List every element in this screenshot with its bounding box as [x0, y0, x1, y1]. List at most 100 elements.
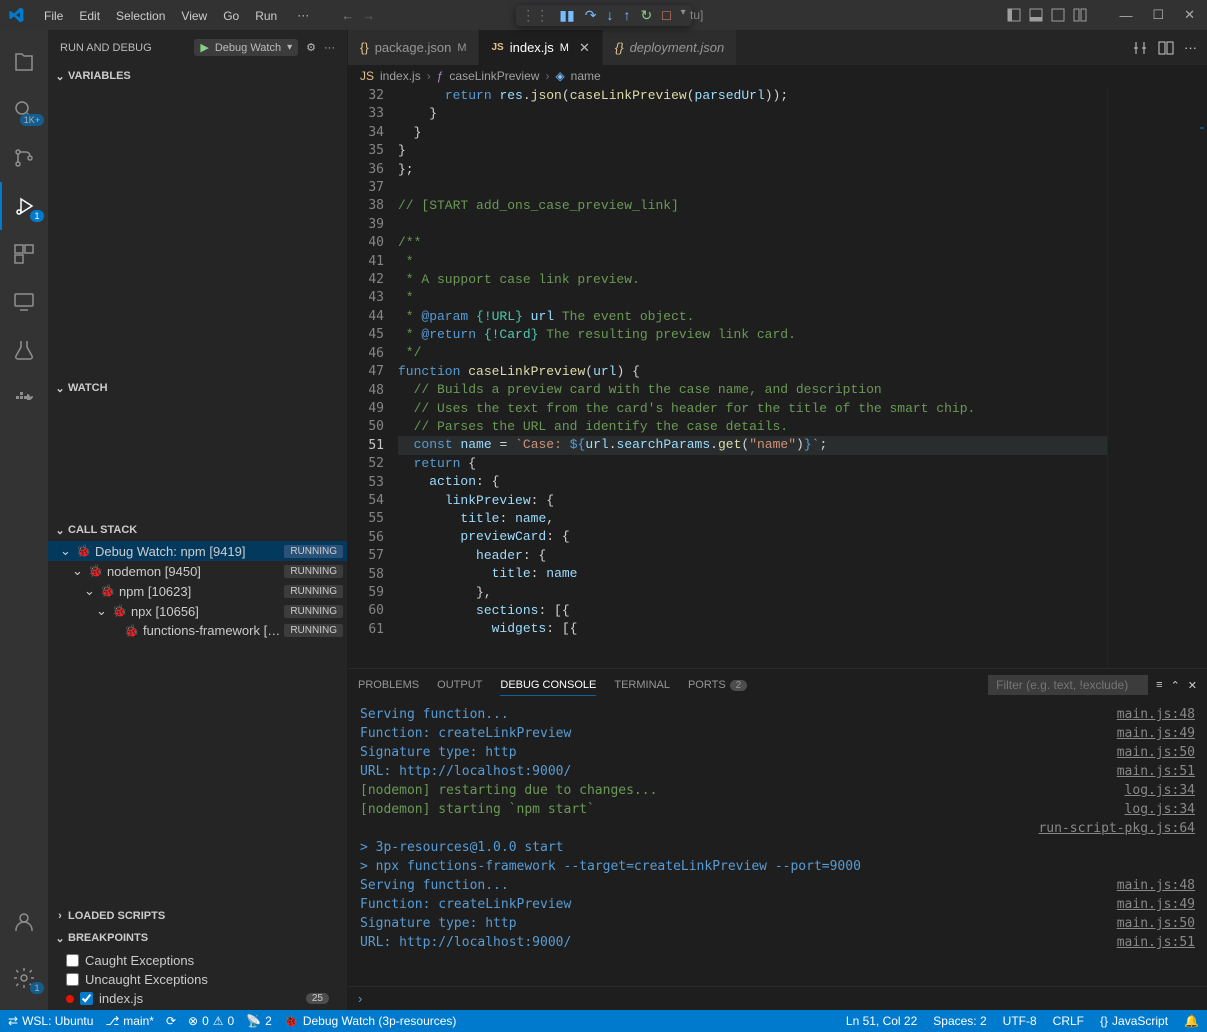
code-editor[interactable]: return res.json(caseLinkPreview(parsedUr… — [398, 87, 1107, 668]
nav-back-icon[interactable]: ← — [341, 8, 354, 23]
accounts-icon[interactable] — [0, 898, 48, 946]
maximize-icon[interactable]: ☐ — [1148, 7, 1168, 23]
explorer-icon[interactable] — [0, 38, 48, 86]
layout-left-icon[interactable] — [1007, 8, 1021, 22]
ports-indicator[interactable]: 📡2 — [246, 1014, 272, 1028]
menu-selection[interactable]: Selection — [108, 9, 173, 23]
chevron-down-icon: ▾ — [287, 42, 292, 53]
tab-debug-console[interactable]: DEBUG CONSOLE — [500, 675, 596, 696]
more-icon[interactable]: ··· — [324, 42, 335, 54]
tab-deployment-json[interactable]: {}deployment.json — [603, 30, 737, 65]
editor-area: {}package.jsonMJSindex.jsM✕{}deployment.… — [348, 30, 1207, 1010]
callstack-row[interactable]: ⌄🐞npm [10623]RUNNING — [48, 581, 347, 601]
menu-more[interactable]: ··· — [289, 8, 317, 22]
section-watch[interactable]: ⌄WATCH — [48, 377, 347, 399]
testing-icon[interactable] — [0, 326, 48, 374]
braces-icon: {} — [1100, 1014, 1108, 1028]
layout-custom-icon[interactable] — [1073, 8, 1087, 22]
line-gutter[interactable]: 3233343536373839404142434445464748495051… — [348, 87, 398, 668]
step-into-icon[interactable]: ↓ — [606, 7, 613, 24]
sync-icon: ⟳ — [166, 1014, 176, 1028]
remote-indicator[interactable]: ⇄WSL: Ubuntu — [8, 1014, 93, 1028]
problems-indicator[interactable]: ⊗0 ⚠0 — [188, 1014, 234, 1028]
close-icon[interactable]: ✕ — [1180, 7, 1199, 23]
callstack-row[interactable]: ⌄🐞npx [10656]RUNNING — [48, 601, 347, 621]
branch-icon: ⎇ — [105, 1014, 119, 1028]
debug-console[interactable]: Serving function...main.js:48Function: c… — [348, 701, 1207, 986]
console-input[interactable]: › — [348, 986, 1207, 1010]
console-filter-input[interactable] — [988, 675, 1148, 695]
callstack-row[interactable]: 🐞functions-framework [106…RUNNING — [48, 621, 347, 640]
menu-edit[interactable]: Edit — [71, 9, 108, 23]
callstack-list: ⌄🐞Debug Watch: npm [9419]RUNNING⌄🐞nodemo… — [48, 541, 347, 640]
menu-view[interactable]: View — [173, 9, 215, 23]
breakpoint-caught[interactable]: Caught Exceptions — [48, 951, 347, 970]
tab-problems[interactable]: PROBLEMS — [358, 675, 419, 695]
section-loaded-scripts[interactable]: ›LOADED SCRIPTS — [48, 905, 347, 927]
minimize-icon[interactable]: — — [1115, 8, 1136, 23]
settings-icon[interactable]: 1 — [0, 954, 48, 1002]
menu-go[interactable]: Go — [215, 9, 247, 23]
debug-dropdown-icon[interactable]: ▾ — [681, 7, 686, 24]
extensions-icon[interactable] — [0, 230, 48, 278]
breadcrumb[interactable]: JS index.js › ƒ caseLinkPreview › ◈ name — [348, 65, 1207, 87]
step-over-icon[interactable]: ↷ — [585, 7, 597, 24]
gear-icon[interactable]: ⚙ — [306, 41, 316, 54]
section-variables[interactable]: ⌄VARIABLES — [48, 65, 347, 87]
split-icon[interactable] — [1158, 40, 1174, 56]
indent-indicator[interactable]: Spaces: 2 — [933, 1014, 986, 1028]
notifications-icon[interactable]: 🔔 — [1184, 1014, 1199, 1028]
warning-icon: ⚠ — [213, 1014, 224, 1028]
restart-icon[interactable]: ↻ — [640, 7, 652, 24]
tab-output[interactable]: OUTPUT — [437, 675, 482, 695]
filter-settings-icon[interactable]: ≡ — [1156, 679, 1162, 691]
tab-terminal[interactable]: TERMINAL — [614, 675, 670, 695]
vscode-logo-icon — [8, 7, 24, 23]
docker-icon[interactable] — [0, 374, 48, 422]
callstack-row[interactable]: ⌄🐞Debug Watch: npm [9419]RUNNING — [48, 541, 347, 561]
close-tab-icon[interactable]: ✕ — [579, 40, 590, 56]
section-callstack[interactable]: ⌄CALL STACK — [48, 519, 347, 541]
panel-close-icon[interactable]: ✕ — [1188, 679, 1197, 692]
compare-icon[interactable] — [1132, 40, 1148, 56]
debug-target-indicator[interactable]: 🐞Debug Watch (3p-resources) — [284, 1014, 457, 1028]
encoding-indicator[interactable]: UTF-8 — [1003, 1014, 1037, 1028]
drag-handle-icon[interactable]: ⋮⋮ — [521, 7, 549, 24]
pause-icon[interactable]: ▮▮ — [559, 7, 574, 24]
menu-run[interactable]: Run — [247, 9, 285, 23]
git-branch[interactable]: ⎇main* — [105, 1014, 154, 1028]
debug-config-selector[interactable]: ▶ Debug Watch ▾ — [194, 39, 298, 56]
eol-indicator[interactable]: CRLF — [1053, 1014, 1084, 1028]
callstack-row[interactable]: ⌄🐞nodemon [9450]RUNNING — [48, 561, 347, 581]
layout-bottom-icon[interactable] — [1029, 8, 1043, 22]
nav-forward-icon[interactable]: → — [362, 8, 375, 23]
red-dot-icon — [66, 995, 74, 1003]
radio-icon: 📡 — [246, 1014, 261, 1028]
step-out-icon[interactable]: ↑ — [623, 7, 630, 24]
minimap[interactable] — [1107, 87, 1207, 668]
function-icon: ƒ — [437, 69, 444, 83]
panel-chevron-icon[interactable]: ⌃ — [1171, 679, 1180, 692]
remote-explorer-icon[interactable] — [0, 278, 48, 326]
source-control-icon[interactable] — [0, 134, 48, 182]
remote-icon: ⇄ — [8, 1014, 18, 1028]
menu-file[interactable]: File — [36, 9, 71, 23]
layout-right-icon[interactable] — [1051, 8, 1065, 22]
language-indicator[interactable]: {} JavaScript — [1100, 1014, 1168, 1028]
tab-ports[interactable]: PORTS2 — [688, 675, 747, 695]
tab-package-json[interactable]: {}package.jsonM — [348, 30, 479, 65]
bug-icon: 🐞 — [284, 1014, 299, 1028]
debug-toolbar: ⋮⋮ ▮▮ ↷ ↓ ↑ ↻ □ ▾ — [515, 5, 691, 26]
search-icon[interactable]: 1K+ — [0, 86, 48, 134]
cursor-position[interactable]: Ln 51, Col 22 — [846, 1014, 917, 1028]
sync-indicator[interactable]: ⟳ — [166, 1014, 176, 1028]
sidebar: RUN AND DEBUG ▶ Debug Watch ▾ ⚙ ··· ⌄VAR… — [48, 30, 348, 1010]
breakpoint-uncaught[interactable]: Uncaught Exceptions — [48, 970, 347, 989]
debug-icon[interactable]: 1 — [0, 182, 48, 230]
tab-more-icon[interactable]: ··· — [1184, 40, 1197, 55]
section-breakpoints[interactable]: ⌄BREAKPOINTS — [48, 927, 347, 949]
stop-icon[interactable]: □ — [662, 7, 670, 24]
play-icon: ▶ — [200, 41, 208, 54]
tab-index-js[interactable]: JSindex.jsM✕ — [479, 30, 602, 65]
breakpoint-file[interactable]: index.js25 — [48, 989, 347, 1008]
